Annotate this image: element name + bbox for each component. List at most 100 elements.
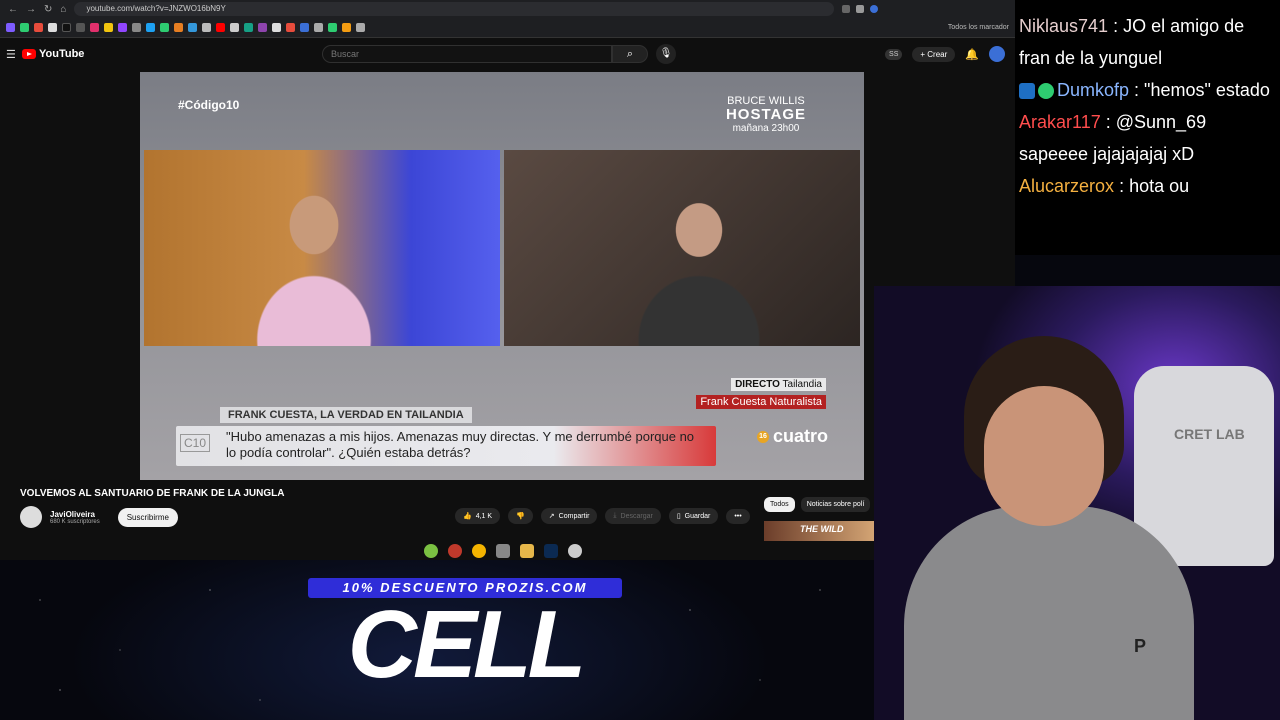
channel-info: JaviOliveira 680 K suscriptores — [50, 510, 100, 525]
presenter-figure — [234, 170, 394, 346]
voice-search-button[interactable]: 🎙 — [656, 44, 676, 64]
channel-row: JaviOliveira 680 K suscriptores Suscribi… — [20, 506, 178, 528]
chat-username: Alucarzerox — [1019, 176, 1115, 196]
folder-icon[interactable] — [520, 544, 534, 558]
reload-icon[interactable]: ↻ — [44, 4, 52, 15]
bookmark-icon[interactable] — [76, 23, 85, 32]
guest-role: Naturalista — [769, 396, 822, 408]
bookmark-icon[interactable] — [216, 23, 225, 32]
bookmark-icon[interactable] — [90, 23, 99, 32]
live-location: Tailandia — [782, 379, 822, 390]
bookmark-icon[interactable] — [48, 23, 57, 32]
extension-icon[interactable] — [856, 5, 865, 13]
search-input[interactable]: Buscar — [322, 45, 612, 63]
dislike-button[interactable]: 👎 — [508, 508, 533, 524]
like-button[interactable]: 👍 4,1 K — [455, 508, 501, 524]
guest-name: Frank Cuesta — [700, 396, 767, 408]
bookmark-icon[interactable] — [286, 23, 295, 32]
home-icon[interactable]: ⌂ — [60, 4, 66, 15]
search-button[interactable]: ⌕ — [612, 45, 648, 63]
app-icon[interactable] — [448, 544, 462, 558]
chat-username: Niklaus741 — [1019, 16, 1109, 36]
chat-text: : hota ou — [1119, 176, 1190, 196]
youtube-header: ☰ YouTube Buscar ⌕ 🎙 SS + Crear 🔔 — [0, 38, 1015, 70]
ss-badge[interactable]: SS — [885, 48, 903, 60]
bookmark-icon: ▯ — [676, 513, 681, 520]
url-field[interactable]: youtube.com/watch?v=JNZWO16bN9Y — [74, 2, 835, 16]
chrome-icon[interactable] — [472, 544, 486, 558]
share-icon: ↗ — [548, 513, 555, 520]
live-caption: DIRECTO Tailandia Frank Cuesta Naturalis… — [696, 374, 826, 410]
recommended-thumbnail[interactable]: THE WILD — [764, 521, 874, 541]
bookmark-icon[interactable] — [160, 23, 169, 32]
live-label: DIRECTO — [735, 379, 780, 390]
forward-icon[interactable]: → — [26, 4, 36, 15]
promo-line-3: mañana 23h00 — [732, 123, 800, 134]
promo-banner: BRUCE WILLIS HOSTAGE mañana 23h00 — [726, 96, 806, 134]
chat-message: Dumkofp : "hemos" estado — [1019, 74, 1272, 106]
youtube-logo-text: YouTube — [39, 48, 85, 60]
create-button[interactable]: + Crear — [912, 46, 956, 62]
thumbs-down-icon: 👎 — [516, 513, 525, 520]
bookmark-icon[interactable] — [272, 23, 281, 32]
chip-news[interactable]: Noticias sobre polí — [800, 497, 871, 512]
share-label: Compartir — [558, 512, 590, 520]
bookmark-icon[interactable] — [104, 23, 113, 32]
chip-all[interactable]: Todos — [764, 497, 795, 512]
bookmark-icon[interactable] — [118, 23, 127, 32]
bookmark-icon[interactable] — [6, 23, 15, 32]
share-button[interactable]: ↗ Compartir — [540, 508, 598, 524]
bookmark-icon[interactable] — [342, 23, 351, 32]
photoshop-icon[interactable] — [544, 544, 558, 558]
subscribe-button[interactable]: Suscribirme — [117, 507, 178, 527]
bookmarks-bar: Todos los marcador — [0, 18, 1015, 38]
remote-pane — [504, 150, 860, 346]
channel-avatar[interactable] — [20, 506, 42, 528]
profile-icon[interactable] — [870, 5, 879, 13]
all-bookmarks-label[interactable]: Todos los marcador — [948, 24, 1009, 31]
app-icon[interactable] — [568, 544, 582, 558]
youtube-logo[interactable]: YouTube — [22, 48, 84, 60]
create-label: Crear — [927, 49, 948, 59]
download-button[interactable]: ⤓ Descargar — [605, 508, 661, 524]
bookmark-icon[interactable] — [300, 23, 309, 32]
video-player[interactable]: #Código10 BRUCE WILLIS HOSTAGE mañana 23… — [140, 72, 864, 480]
back-icon[interactable]: ← — [8, 4, 18, 15]
bookmark-icon[interactable] — [20, 23, 29, 32]
more-options-button[interactable]: ••• — [726, 508, 750, 524]
bookmark-icon[interactable] — [146, 23, 155, 32]
quote-text: "Hubo amenazas a mis hijos. Amenazas muy… — [226, 429, 695, 460]
bookmark-icon[interactable] — [314, 23, 323, 32]
bookmark-icon[interactable] — [202, 23, 211, 32]
program-hashtag: #Código10 — [178, 98, 240, 112]
bookmark-icon[interactable] — [62, 23, 71, 32]
bookmark-icon[interactable] — [174, 23, 183, 32]
hoodie-badge: P — [1134, 636, 1147, 656]
bookmark-icon[interactable] — [328, 23, 337, 32]
bookmark-icon[interactable] — [230, 23, 239, 32]
hamburger-menu-icon[interactable]: ☰ — [6, 48, 22, 61]
thumbs-up-icon: 👍 — [463, 513, 472, 520]
notifications-bell-icon[interactable]: 🔔 — [965, 48, 979, 61]
app-icon[interactable] — [496, 544, 510, 558]
bookmark-icon[interactable] — [132, 23, 141, 32]
extension-icon[interactable] — [842, 5, 851, 13]
youtube-play-icon — [22, 49, 36, 59]
channel-name[interactable]: JaviOliveira — [50, 510, 100, 519]
browser-window: ← → ↻ ⌂ youtube.com/watch?v=JNZWO16bN9Y — [0, 0, 1015, 560]
chat-text: : "hemos" estado — [1134, 80, 1270, 100]
bookmark-icon[interactable] — [258, 23, 267, 32]
chat-badge-icon — [1038, 83, 1054, 100]
bookmark-icon[interactable] — [356, 23, 365, 32]
bookmark-icon[interactable] — [34, 23, 43, 32]
channel-logo-text: cuatro — [772, 426, 828, 446]
chat-message: Arakar117 : @Sunn_69 sapeeee jajajajajaj… — [1019, 106, 1272, 170]
streamer-figure: P — [904, 336, 1194, 720]
account-avatar[interactable] — [989, 46, 1005, 62]
bookmark-icon[interactable] — [244, 23, 253, 32]
save-button[interactable]: ▯ Guardar — [668, 508, 719, 524]
hoodie — [904, 506, 1194, 720]
app-icon[interactable] — [424, 544, 438, 558]
promo-line-2: HOSTAGE — [725, 106, 806, 123]
bookmark-icon[interactable] — [188, 23, 197, 32]
